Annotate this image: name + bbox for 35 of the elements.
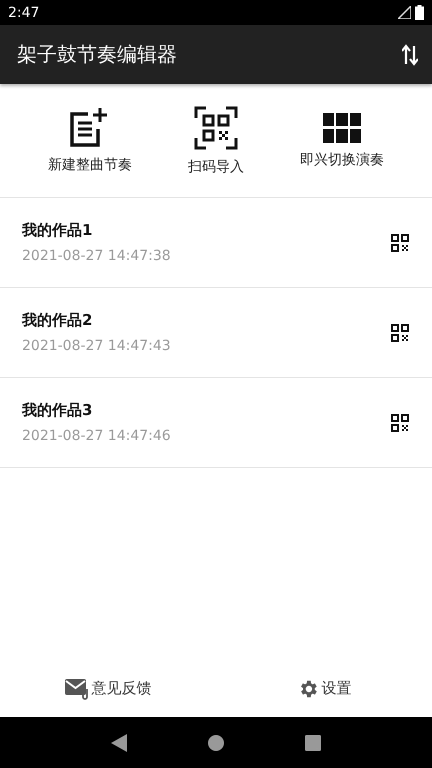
grid-icon — [323, 112, 361, 142]
qr-button[interactable] — [390, 412, 410, 432]
qr-code-icon — [390, 232, 410, 252]
bottom-button[interactable]: 设置 — [216, 676, 432, 700]
action-button[interactable]: 即兴切换演奏 — [283, 84, 401, 197]
work-item[interactable]: 我的作品3 2021-08-27 14:47:46 — [0, 378, 432, 468]
work-time: 2021-08-27 14:47:46 — [22, 428, 171, 444]
clock: 2:47 — [8, 4, 40, 20]
app-title: 架子鼓节奏编辑器 — [17, 41, 177, 68]
work-name: 我的作品2 — [22, 311, 94, 330]
home-button[interactable] — [208, 734, 224, 750]
qr-button[interactable] — [390, 322, 410, 342]
recents-button[interactable] — [305, 734, 322, 750]
work-item[interactable]: 我的作品1 2021-08-27 14:47:38 — [0, 198, 432, 288]
back-icon — [110, 734, 127, 752]
battery-icon — [415, 5, 424, 20]
work-time: 2021-08-27 14:47:43 — [22, 338, 171, 354]
back-button[interactable] — [110, 734, 127, 752]
sort-button[interactable] — [402, 44, 418, 66]
work-name: 我的作品3 — [22, 401, 94, 420]
mail-icon — [64, 678, 88, 700]
work-name: 我的作品1 — [22, 221, 94, 240]
qr-button[interactable] — [390, 232, 410, 252]
bottom-button[interactable]: 意见反馈 — [0, 676, 216, 700]
home-icon — [208, 734, 224, 750]
work-time: 2021-08-27 14:47:38 — [22, 248, 171, 264]
action-button[interactable]: 新建整曲节奏 — [31, 84, 149, 197]
work-item[interactable]: 我的作品2 2021-08-27 14:47:43 — [0, 288, 432, 378]
qr-code-icon — [390, 412, 410, 432]
signal-icon — [398, 6, 411, 19]
qr-scan-icon — [194, 106, 238, 150]
action-button[interactable]: 扫码导入 — [157, 84, 275, 197]
sort-icon — [402, 44, 418, 66]
qr-code-icon — [390, 322, 410, 342]
recents-icon — [305, 734, 322, 750]
